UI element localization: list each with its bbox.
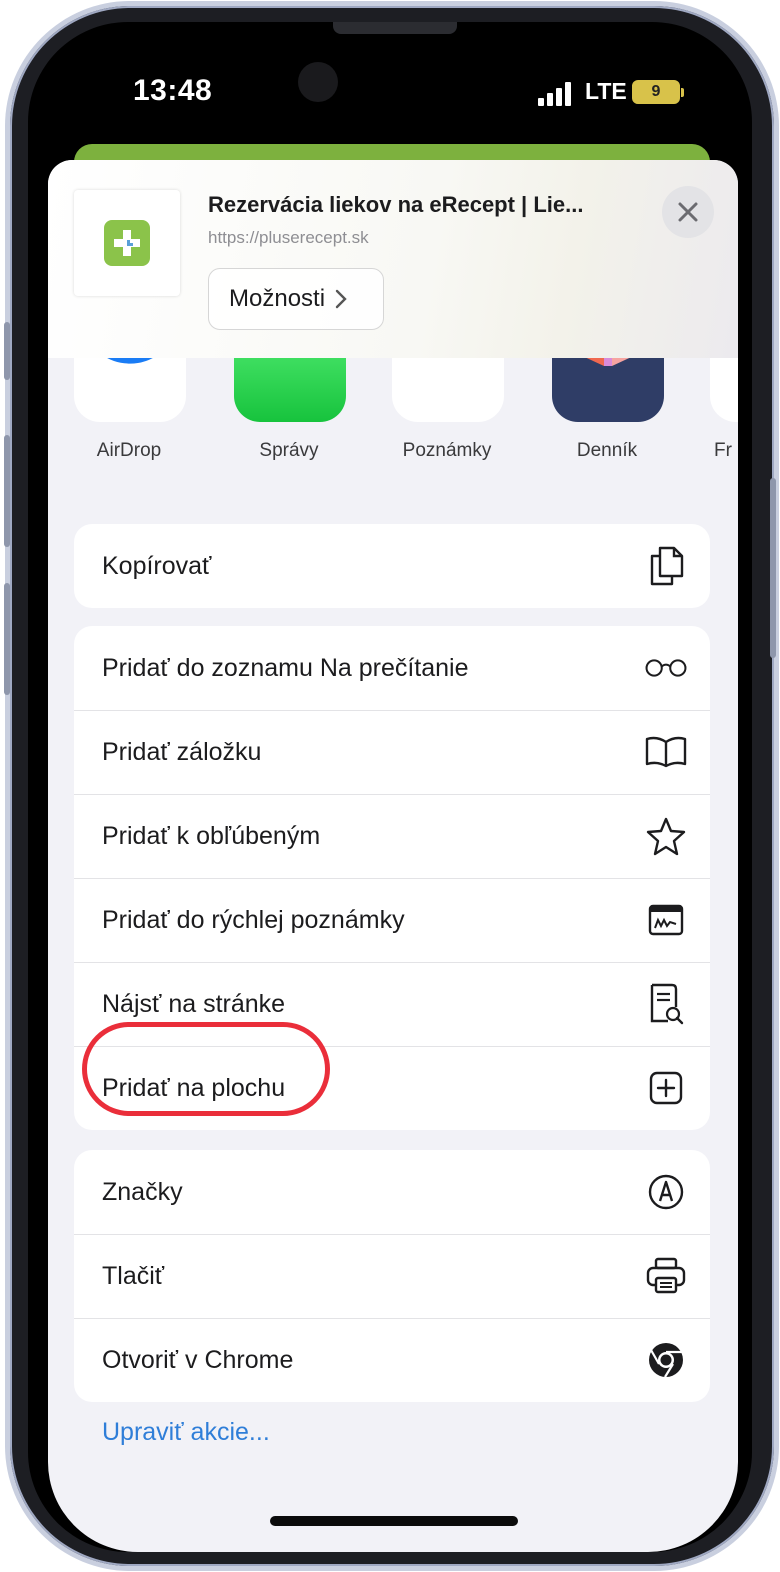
site-url: https://pluserecept.sk bbox=[208, 228, 369, 247]
action-add-quick-note[interactable]: Pridať do rýchlej poznámky bbox=[74, 878, 710, 962]
copy-icon bbox=[644, 544, 688, 588]
book-icon bbox=[644, 730, 688, 774]
star-icon bbox=[644, 814, 688, 858]
app-label: AirDrop bbox=[96, 440, 162, 461]
share-sheet: Rezervácia liekov na eRecept | Lie... ht… bbox=[48, 160, 738, 1552]
action-label: Pridať do rýchlej poznámky bbox=[102, 905, 405, 934]
action-label: Pridať záložku bbox=[102, 737, 262, 766]
chevron-right-icon bbox=[335, 289, 347, 309]
action-print[interactable]: Tlačiť bbox=[74, 1234, 710, 1318]
close-button[interactable] bbox=[662, 186, 714, 238]
status-time: 13:48 bbox=[133, 74, 213, 107]
action-add-reading-list[interactable]: Pridať do zoznamu Na prečítanie bbox=[74, 626, 710, 710]
highlight-annotation-ring bbox=[82, 1022, 330, 1116]
find-on-page-icon bbox=[644, 982, 688, 1026]
action-label: Značky bbox=[102, 1177, 183, 1206]
action-group-extra: Značky Tlačiť Otvoriť v Chrome bbox=[74, 1150, 710, 1402]
edit-actions-link[interactable]: Upraviť akcie... bbox=[102, 1418, 270, 1447]
action-copy[interactable]: Kopírovať bbox=[74, 524, 710, 608]
action-add-favorites[interactable]: Pridať k obľúbeným bbox=[74, 794, 710, 878]
add-square-icon bbox=[644, 1066, 688, 1110]
action-add-bookmark[interactable]: Pridať záložku bbox=[74, 710, 710, 794]
action-group-copy: Kopírovať bbox=[74, 524, 710, 608]
front-camera bbox=[298, 62, 338, 102]
cellular-signal-icon bbox=[538, 82, 574, 106]
network-type: LTE bbox=[585, 78, 627, 104]
battery-level: 9 bbox=[651, 83, 661, 100]
app-label: Správy bbox=[259, 440, 319, 461]
action-label: Pridať do zoznamu Na prečítanie bbox=[102, 653, 469, 682]
side-button-volume-up bbox=[4, 435, 10, 547]
chrome-icon bbox=[644, 1338, 688, 1382]
quick-note-icon bbox=[644, 898, 688, 942]
site-logo-icon bbox=[104, 220, 150, 266]
app-label: Fr bbox=[714, 440, 732, 461]
close-icon bbox=[678, 202, 698, 222]
share-header: Rezervácia liekov na eRecept | Lie... ht… bbox=[48, 160, 738, 358]
action-label: Nájsť na stránke bbox=[102, 989, 286, 1018]
side-button-power bbox=[770, 478, 776, 658]
printer-icon bbox=[644, 1254, 688, 1298]
action-open-in-chrome[interactable]: Otvoriť v Chrome bbox=[74, 1318, 710, 1402]
speaker-slit bbox=[333, 22, 457, 34]
action-label: Otvoriť v Chrome bbox=[102, 1345, 294, 1374]
side-button-silent bbox=[4, 322, 10, 380]
site-thumbnail bbox=[74, 190, 180, 296]
side-button-volume-down bbox=[4, 583, 10, 695]
options-label: Možnosti bbox=[229, 285, 326, 312]
app-label: Denník bbox=[576, 440, 638, 461]
glasses-icon bbox=[644, 646, 688, 690]
action-label: Kopírovať bbox=[102, 551, 212, 580]
markup-icon bbox=[644, 1170, 688, 1214]
home-indicator bbox=[270, 1516, 518, 1526]
action-label: Pridať k obľúbeným bbox=[102, 821, 321, 850]
options-button[interactable]: Možnosti bbox=[208, 268, 384, 330]
phone-screen: 13:48 LTE 9 Rezervácia liekov na eRecept… bbox=[28, 22, 752, 1552]
site-title: Rezervácia liekov na eRecept | Lie... bbox=[208, 192, 584, 217]
battery-icon: 9 bbox=[632, 80, 684, 104]
action-label: Tlačiť bbox=[102, 1261, 165, 1290]
app-label: Poznámky bbox=[402, 440, 492, 461]
action-markup[interactable]: Značky bbox=[74, 1150, 710, 1234]
